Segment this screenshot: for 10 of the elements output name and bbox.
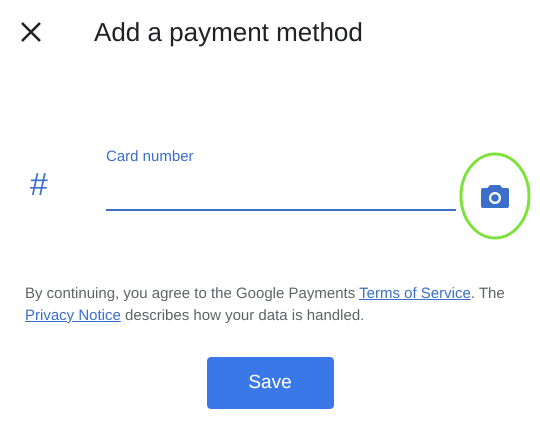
notice-link[interactable]: Privacy Notice <box>25 307 121 324</box>
close-icon <box>20 21 42 43</box>
number-sign-icon: # <box>30 166 55 203</box>
terms-notice: By continuing, you agree to the Google Payments Terms of Service. The Privacy Notice describes how your data is handled. <box>25 284 506 326</box>
camera-button[interactable] <box>480 183 510 209</box>
notice-link[interactable]: Terms of Service <box>359 285 471 302</box>
page-title: Add a payment method <box>94 16 363 48</box>
camera-icon <box>480 183 510 209</box>
save-button[interactable]: Save <box>206 357 334 409</box>
field-label: Card number <box>106 148 194 165</box>
